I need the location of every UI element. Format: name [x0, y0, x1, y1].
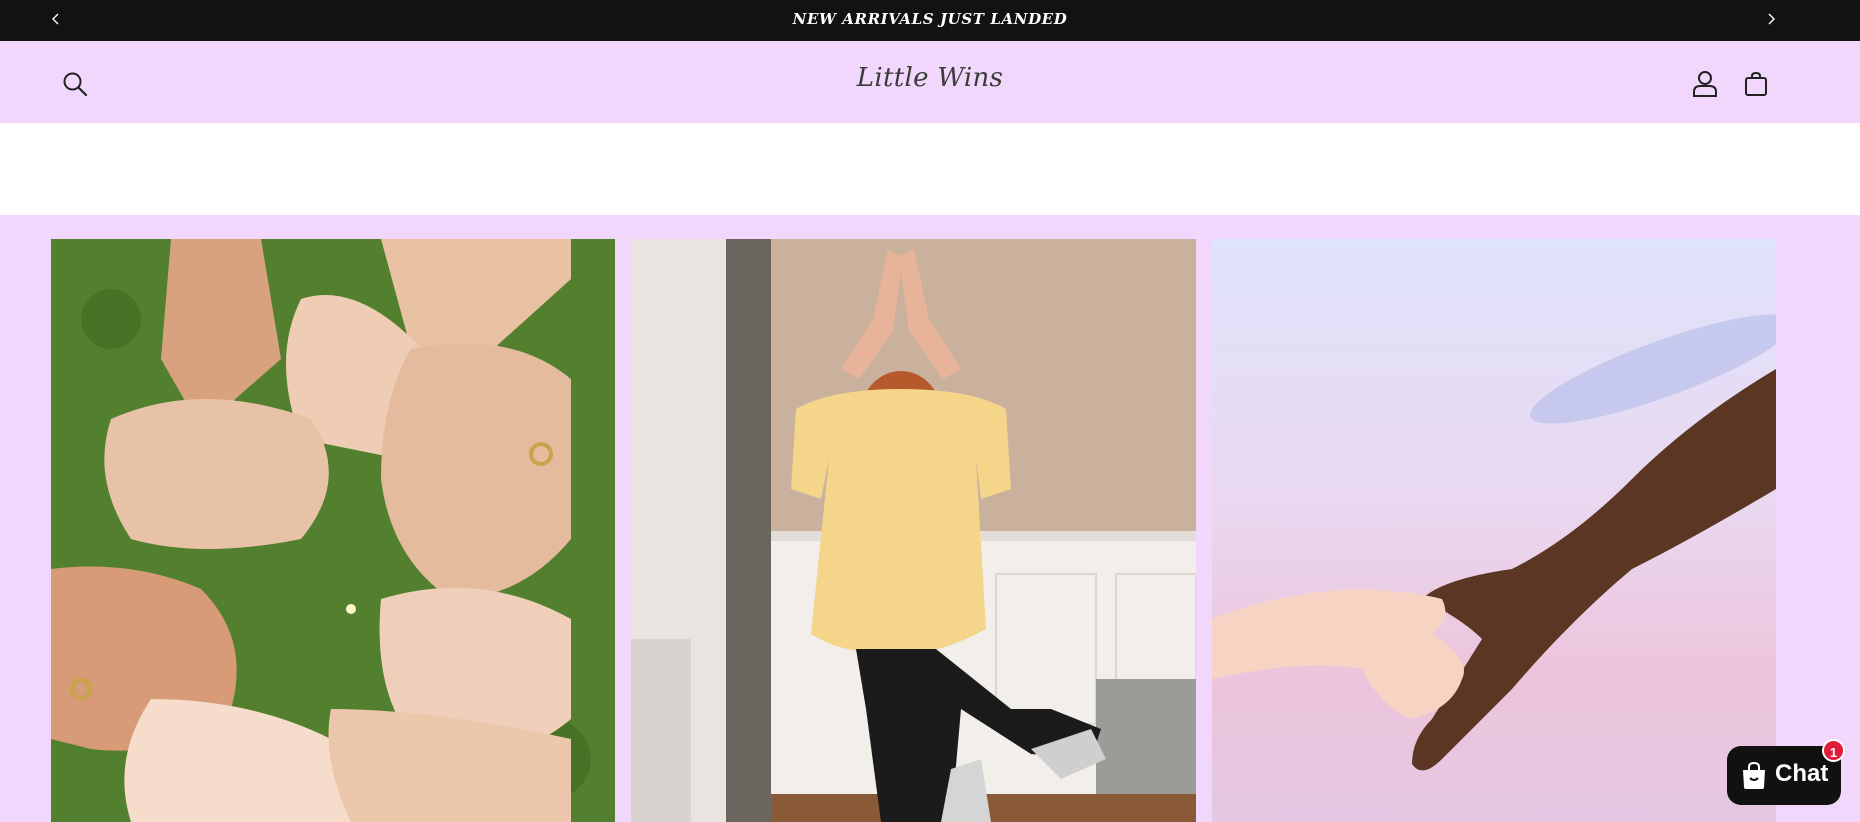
image-gallery [0, 215, 1860, 822]
gallery-image-hands-circle[interactable] [51, 239, 615, 822]
chat-label: Chat [1775, 760, 1829, 787]
announcement-next-button[interactable] [1761, 9, 1781, 29]
cart-button[interactable] [1744, 71, 1768, 97]
gallery-image-holding-hands[interactable] [1212, 239, 1776, 822]
user-icon [1693, 71, 1717, 97]
chat-bag-icon [1743, 761, 1765, 789]
store-logo[interactable]: Little Wins [0, 63, 1860, 93]
blank-section [0, 123, 1860, 215]
announcement-text: NEW ARRIVALS JUST LANDED [792, 10, 1068, 28]
holding-hands-sky-photo-icon [1212, 239, 1776, 822]
cart-icon [1745, 71, 1767, 96]
announcement-bar: NEW ARRIVALS JUST LANDED [0, 0, 1860, 41]
site-header: Little Wins [0, 41, 1860, 123]
gallery-image-yoga[interactable] [631, 239, 1196, 822]
yoga-prosthetic-photo-icon [631, 239, 1196, 822]
chat-badge: 1 [1822, 739, 1845, 762]
account-button[interactable] [1692, 70, 1718, 98]
chevron-right-icon [1768, 13, 1775, 25]
hands-circle-photo-icon [51, 239, 615, 822]
